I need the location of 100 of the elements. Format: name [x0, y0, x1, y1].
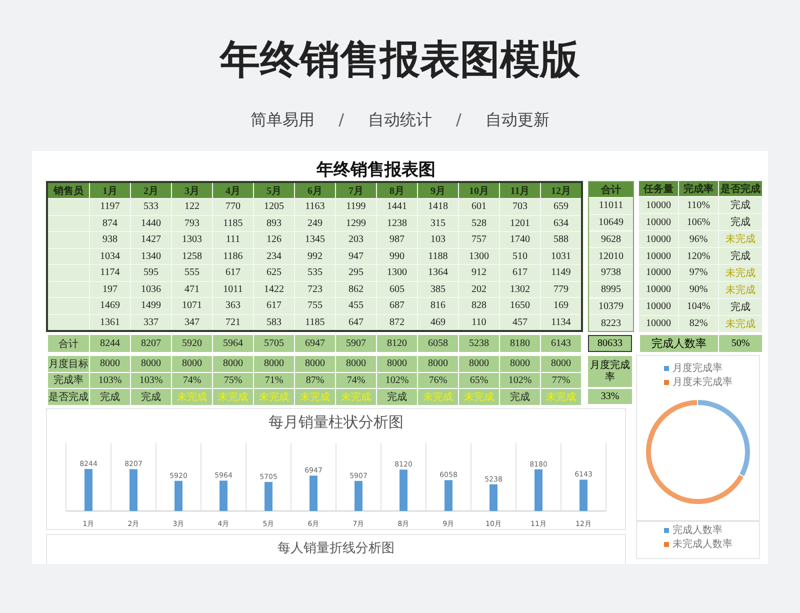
table-cell: 755: [295, 298, 335, 314]
table-cell: 8000: [500, 356, 540, 372]
table-cell: 828: [459, 298, 499, 314]
table-cell: 770: [213, 199, 253, 214]
table-cell: 872: [377, 314, 417, 330]
sheet-title: 年终销售报表图: [315, 159, 436, 181]
row-label: 月度目标: [48, 356, 89, 372]
table-cell: 234: [254, 248, 294, 264]
table-cell: 203: [336, 232, 376, 248]
table-cell: 595: [131, 265, 171, 280]
table-cell: 295: [336, 265, 376, 280]
table-cell: 8000: [254, 356, 294, 372]
column-header: 是否完成: [719, 181, 762, 196]
table-cell: 8995: [589, 282, 633, 298]
table-cell: 385: [418, 282, 458, 297]
table-cell: 1188: [418, 248, 458, 264]
row-label: 完成率: [48, 372, 89, 388]
table-cell: 510: [500, 248, 540, 264]
table-cell: 687: [377, 298, 417, 314]
table-cell: 103%: [90, 372, 130, 388]
legend-swatch: [664, 366, 668, 371]
bar: [220, 480, 228, 510]
table-cell: 8000: [377, 356, 417, 372]
table-cell: 617: [213, 265, 253, 280]
column-header: 合计: [589, 182, 633, 197]
table-cell: 703: [500, 199, 540, 214]
legend-swatch: [664, 380, 668, 385]
column-header: 3月: [172, 183, 212, 198]
table-cell: 659: [541, 199, 581, 214]
table-cell: 96%: [679, 231, 718, 247]
table-cell: 10000: [639, 197, 678, 213]
table-cell: 103: [418, 232, 458, 248]
table-cell: 月度完成率: [588, 356, 632, 387]
table-cell: 110: [459, 314, 499, 330]
table-cell: 50%: [719, 335, 762, 352]
table-cell: 469: [418, 314, 458, 330]
table-cell: 874: [90, 216, 130, 231]
column-header: 11月: [500, 183, 540, 198]
table-cell: 8000: [172, 356, 212, 372]
table-cell: 10000: [639, 299, 678, 315]
table-cell: 617: [500, 265, 540, 280]
table-cell: 102%: [500, 372, 540, 388]
column-header: 10月: [459, 183, 499, 198]
grand-total-cell: 80633: [588, 335, 632, 352]
column-header: 6月: [295, 183, 335, 198]
table-cell: 6058: [418, 335, 458, 352]
table-cell: 5238: [459, 335, 499, 352]
table-cell: 97%: [679, 265, 718, 281]
status-cell: 完成: [719, 248, 762, 264]
table-cell: 11011: [589, 198, 633, 214]
status-cell: 完成: [131, 389, 171, 404]
table-cell: 5964: [213, 335, 253, 352]
page-title: 年终销售报表图模版: [220, 36, 580, 85]
table-cell: 103%: [131, 372, 171, 388]
status-cell: 未完成: [459, 389, 499, 404]
column-header: 任务量: [639, 181, 678, 196]
bar: [534, 468, 542, 510]
table-cell: 816: [418, 298, 458, 314]
column-header: 1月: [90, 183, 130, 198]
table-cell: 528: [459, 216, 499, 231]
column-header: 12月: [541, 183, 581, 198]
table-cell: 1361: [90, 314, 130, 330]
table-cell: 33%: [588, 389, 632, 404]
table-cell: 583: [254, 314, 294, 330]
status-cell: 未完成: [418, 389, 458, 404]
table-cell: 8000: [541, 356, 581, 372]
table-cell: 634: [541, 216, 581, 231]
table-cell: 535: [295, 265, 335, 280]
table-cell: 1201: [500, 216, 540, 231]
table-cell: 197: [90, 282, 130, 297]
legend-label: 完成人数率: [672, 524, 722, 537]
table-cell: 601: [459, 199, 499, 214]
table-cell: 10000: [639, 231, 678, 247]
table-cell: 8000: [336, 356, 376, 372]
table-cell: 完成人数率: [640, 335, 718, 352]
table-cell: 249: [295, 216, 335, 231]
table-cell: 990: [377, 248, 417, 264]
table-cell: 8244: [90, 335, 130, 352]
table-cell: 605: [377, 282, 417, 297]
table-cell: 10000: [639, 316, 678, 332]
table-cell: 1302: [500, 282, 540, 297]
table-cell: 10000: [639, 248, 678, 264]
table-cell: 10000: [639, 214, 678, 230]
table-cell: 8000: [418, 356, 458, 372]
status-cell: 未完成: [719, 265, 762, 281]
table-cell: 122: [172, 199, 212, 214]
table-cell: 457: [500, 314, 540, 330]
table-cell: 471: [172, 282, 212, 297]
table-cell: 8180: [500, 335, 540, 352]
table-cell: 10000: [639, 282, 678, 298]
table-cell: 120%: [679, 248, 718, 264]
table-cell: 71%: [254, 372, 294, 388]
status-cell: 未完成: [719, 316, 762, 332]
table-cell: 625: [254, 265, 294, 280]
status-cell: 未完成: [295, 389, 335, 404]
table-cell: 9628: [589, 232, 633, 248]
status-cell: 完成: [719, 197, 762, 213]
table-cell: 169: [541, 298, 581, 314]
table-cell: 938: [90, 232, 130, 248]
status-cell: 完成: [500, 389, 540, 404]
